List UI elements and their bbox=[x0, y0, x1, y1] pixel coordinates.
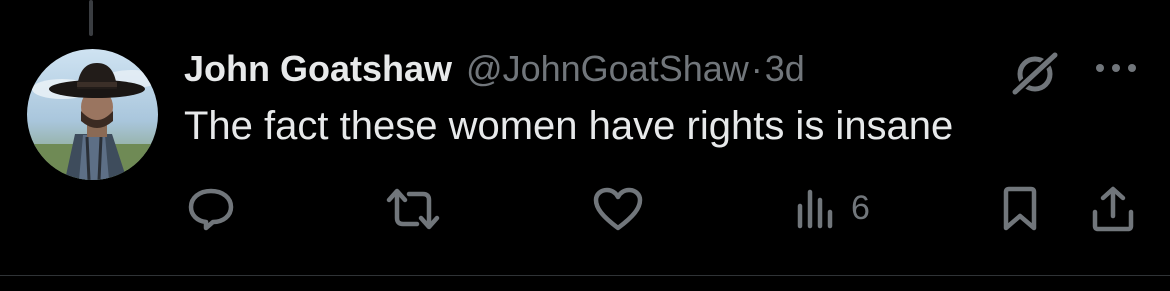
reply-button[interactable] bbox=[186, 186, 236, 232]
views-button[interactable]: 6 bbox=[795, 186, 870, 230]
more-options-icon[interactable] bbox=[1092, 58, 1140, 78]
heart-icon bbox=[593, 187, 643, 231]
reply-icon bbox=[188, 188, 234, 231]
post-divider bbox=[0, 275, 1170, 276]
grok-icon[interactable] bbox=[1009, 49, 1061, 98]
bookmark-button[interactable] bbox=[1000, 186, 1040, 232]
avatar-image bbox=[27, 49, 158, 180]
views-chart-icon bbox=[797, 189, 833, 229]
separator-dot: · bbox=[750, 48, 763, 89]
bookmark-icon bbox=[1003, 186, 1037, 231]
repost-button[interactable] bbox=[385, 186, 441, 232]
post-timestamp[interactable]: 3d bbox=[765, 48, 805, 90]
share-button[interactable] bbox=[1090, 186, 1136, 232]
post-header: John Goatshaw @JohnGoatShaw · 3d bbox=[184, 44, 805, 94]
user-handle[interactable]: @JohnGoatShaw bbox=[466, 48, 749, 90]
like-button[interactable] bbox=[592, 186, 644, 232]
thread-connector-line bbox=[89, 0, 93, 36]
repost-icon bbox=[386, 188, 440, 230]
avatar[interactable] bbox=[27, 49, 158, 180]
post-text: The fact these women have rights is insa… bbox=[184, 104, 954, 148]
share-icon bbox=[1092, 186, 1134, 232]
display-name[interactable]: John Goatshaw bbox=[184, 48, 452, 90]
views-count: 6 bbox=[851, 188, 870, 227]
